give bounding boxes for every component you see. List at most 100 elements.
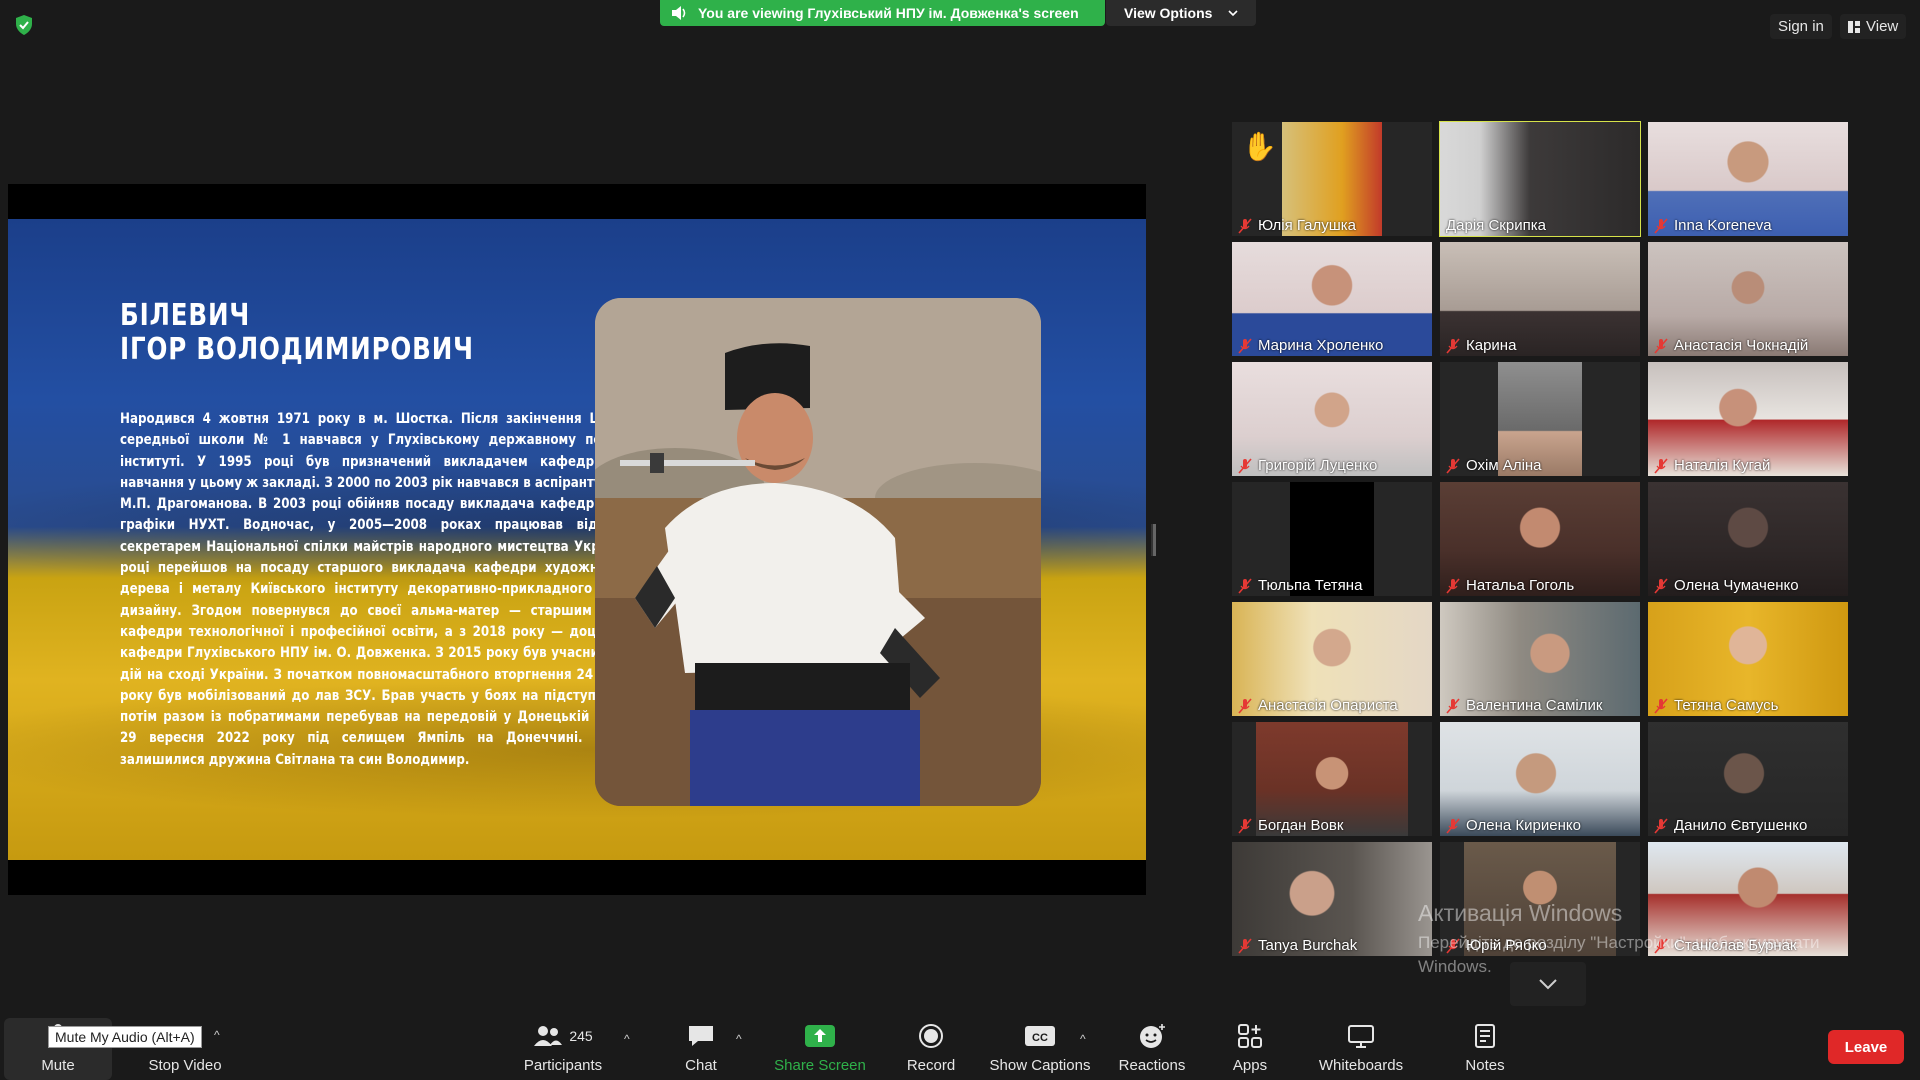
participants-options-caret[interactable]: ^	[624, 1032, 630, 1046]
leave-button[interactable]: Leave	[1828, 1030, 1904, 1064]
reactions-label: Reactions	[1118, 1057, 1186, 1074]
participants-count: 245	[569, 1028, 593, 1044]
view-button[interactable]: View	[1840, 14, 1907, 39]
participant-label: Наталія Кугай	[1654, 457, 1770, 474]
gallery-scroll-down-button[interactable]	[1510, 962, 1586, 1006]
participant-name: Олена Кириенко	[1466, 817, 1581, 834]
participants-button[interactable]: 245 Participants	[515, 1010, 611, 1080]
chevron-down-icon	[1539, 979, 1557, 990]
watermark-line2: Перейдіть до розділу "Настройки", щоб ак…	[1418, 933, 1820, 952]
participant-name: Inna Koreneva	[1674, 217, 1772, 234]
chat-button[interactable]: Chat	[676, 1010, 726, 1080]
participant-name: Карина	[1466, 337, 1517, 354]
muted-mic-icon	[1446, 337, 1460, 354]
participant-label: Анастасія Опариста	[1238, 697, 1398, 714]
record-icon	[918, 1021, 944, 1051]
participant-tile[interactable]: Натальа Гоголь	[1440, 482, 1640, 596]
participant-tile[interactable]: Олена Кириенко	[1440, 722, 1640, 836]
participant-tile[interactable]: Inna Koreneva	[1648, 122, 1848, 236]
participant-name: Наталія Кугай	[1674, 457, 1771, 474]
participant-name: Тетяна Самусь	[1674, 697, 1779, 714]
participant-tile[interactable]: Данило Євтушенко	[1648, 722, 1848, 836]
participant-label: Юлія Галушка	[1238, 217, 1356, 234]
captions-options-caret[interactable]: ^	[1080, 1032, 1086, 1046]
participant-label: Данило Євтушенко	[1654, 817, 1807, 834]
participant-tile-active-speaker[interactable]: Дарія Скрипка	[1439, 121, 1641, 237]
muted-mic-icon	[1654, 217, 1668, 234]
muted-mic-icon	[1446, 817, 1460, 834]
share-screen-icon	[804, 1021, 836, 1051]
chat-options-caret[interactable]: ^	[736, 1032, 742, 1046]
record-button[interactable]: Record	[900, 1010, 962, 1080]
participant-label: Tanya Burchak	[1238, 937, 1357, 954]
view-label: View	[1866, 18, 1899, 35]
presentation-slide: БІЛЕВИЧ ІГОР ВОЛОДИМИРОВИЧ Народився 4 ж…	[8, 219, 1146, 860]
portrait-photo	[595, 298, 1041, 806]
muted-mic-icon	[1238, 817, 1252, 834]
show-captions-button[interactable]: CC Show Captions	[988, 1010, 1092, 1080]
participant-label: Тетяна Самусь	[1654, 697, 1778, 714]
participant-tile[interactable]: Валентина Самілик	[1440, 602, 1640, 716]
shared-screen[interactable]: БІЛЕВИЧ ІГОР ВОЛОДИМИРОВИЧ Народився 4 ж…	[8, 184, 1146, 895]
participant-label: Олена Чумаченко	[1654, 577, 1799, 594]
whiteboards-button[interactable]: Whiteboards	[1312, 1010, 1410, 1080]
participant-name: Олена Чумаченко	[1674, 577, 1799, 594]
reactions-button[interactable]: Reactions	[1116, 1010, 1188, 1080]
participant-tile[interactable]: Олена Чумаченко	[1648, 482, 1848, 596]
participant-name: Анастасія Чокнадій	[1674, 337, 1809, 354]
participant-label: Inna Koreneva	[1654, 217, 1772, 234]
participant-label: Охім Аліна	[1446, 457, 1542, 474]
view-options-label: View Options	[1124, 5, 1213, 21]
resize-handle[interactable]	[1151, 524, 1156, 556]
participant-label: Олена Кириенко	[1446, 817, 1581, 834]
participant-name: Натальа Гоголь	[1466, 577, 1575, 594]
participant-name: Юлія Галушка	[1258, 217, 1356, 234]
windows-activation-watermark: Активація Windows Перейдіть до розділу "…	[1418, 900, 1820, 977]
closed-captions-icon: CC	[1024, 1021, 1056, 1051]
meeting-toolbar: Mute ^ Stop Video 245 Participants ^ Cha…	[0, 1010, 1920, 1080]
participant-tile[interactable]: Наталія Кугай	[1648, 362, 1848, 476]
security-shield-icon[interactable]	[14, 14, 34, 36]
participant-name: Анастасія Опариста	[1258, 697, 1398, 714]
participant-label: Григорій Луценко	[1238, 457, 1377, 474]
participant-tile[interactable]: Tanya Burchak	[1232, 842, 1432, 956]
share-screen-label: Share Screen	[774, 1057, 866, 1074]
muted-mic-icon	[1446, 577, 1460, 594]
participant-tile[interactable]: Марина Хроленко	[1232, 242, 1432, 356]
participant-tile[interactable]: Богдан Вовк	[1232, 722, 1432, 836]
participant-label: Анастасія Чокнадій	[1654, 337, 1808, 354]
sign-in-button[interactable]: Sign in	[1770, 14, 1832, 39]
participant-name: Дарія Скрипка	[1446, 217, 1546, 234]
stop-video-label: Stop Video	[148, 1057, 222, 1074]
participant-tile[interactable]: Тюльпа Тетяна	[1232, 482, 1432, 596]
apps-button[interactable]: Apps	[1224, 1010, 1276, 1080]
participant-tile[interactable]: Григорій Луценко	[1232, 362, 1432, 476]
muted-mic-icon	[1654, 817, 1668, 834]
participant-tile[interactable]: Анастасія Опариста	[1232, 602, 1432, 716]
screen-share-banner: You are viewing Глухівський НПУ ім. Довж…	[660, 0, 1105, 26]
participant-tile[interactable]: ✋ Юлія Галушка	[1232, 122, 1432, 236]
participant-label: Тюльпа Тетяна	[1238, 577, 1362, 594]
participant-tile[interactable]: Анастасія Чокнадій	[1648, 242, 1848, 356]
muted-mic-icon	[1238, 577, 1252, 594]
participant-tile[interactable]: Охім Аліна	[1440, 362, 1640, 476]
participant-tile[interactable]: Тетяна Самусь	[1648, 602, 1848, 716]
watermark-line3: Windows.	[1418, 957, 1492, 976]
participant-label: Богдан Вовк	[1238, 817, 1343, 834]
share-screen-button[interactable]: Share Screen	[770, 1010, 870, 1080]
chat-label: Chat	[685, 1057, 717, 1074]
participant-name: Григорій Луценко	[1258, 457, 1378, 474]
notes-label: Notes	[1465, 1057, 1505, 1074]
smiley-icon	[1138, 1021, 1166, 1051]
participant-tile[interactable]: Карина	[1440, 242, 1640, 356]
participant-name: Охім Аліна	[1466, 457, 1542, 474]
slide-title-line2: ІГОР ВОЛОДИМИРОВИЧ	[120, 332, 474, 367]
muted-mic-icon	[1446, 457, 1460, 474]
participant-label: Дарія Скрипка	[1446, 217, 1546, 234]
view-options-button[interactable]: View Options	[1106, 0, 1256, 26]
muted-mic-icon	[1654, 697, 1668, 714]
muted-mic-icon	[1238, 457, 1252, 474]
notes-button[interactable]: Notes	[1460, 1010, 1510, 1080]
share-banner-text: You are viewing Глухівський НПУ ім. Довж…	[698, 5, 1079, 21]
chat-bubble-icon	[687, 1021, 715, 1051]
